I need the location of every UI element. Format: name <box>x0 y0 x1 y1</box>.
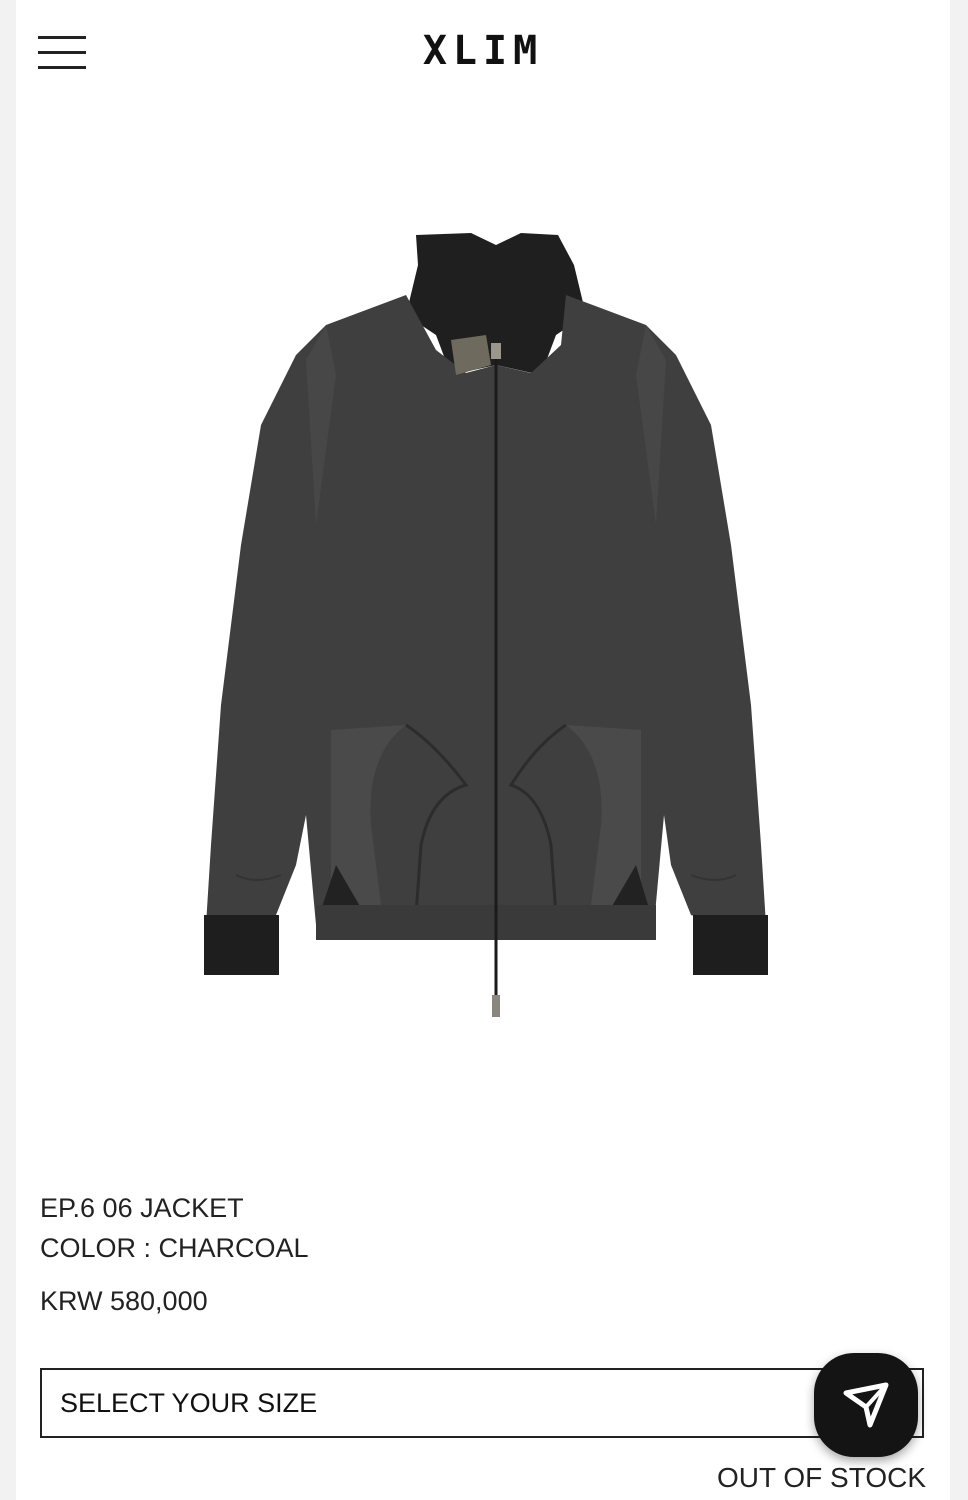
product-page: XLIM EP.6 06 JACKET COLOR : CHARCOAL KRW… <box>16 0 950 1500</box>
brand-logo[interactable]: XLIM <box>16 28 950 74</box>
product-name: EP.6 06 JACKET <box>40 1193 244 1223</box>
product-color: COLOR : CHARCOAL <box>40 1233 309 1263</box>
product-price: KRW 580,000 <box>40 1286 208 1316</box>
send-button[interactable] <box>814 1353 918 1457</box>
send-arrow-icon <box>843 1382 889 1428</box>
stock-status: OUT OF STOCK <box>717 1462 926 1493</box>
product-image <box>204 233 768 1017</box>
product-info: EP.6 06 JACKET COLOR : CHARCOAL <box>40 1188 309 1268</box>
size-select-dropdown[interactable]: SELECT YOUR SIZE <box>40 1368 924 1438</box>
size-select-label: SELECT YOUR SIZE <box>60 1387 318 1418</box>
site-header: XLIM <box>16 0 950 110</box>
